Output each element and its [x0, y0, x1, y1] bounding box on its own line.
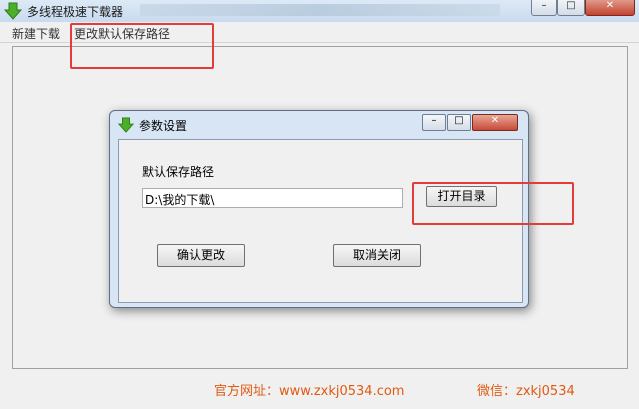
confirm-change-button[interactable]: 确认更改	[157, 244, 245, 267]
cancel-close-button[interactable]: 取消关闭	[333, 244, 421, 267]
dialog-maximize-button[interactable]: □	[447, 114, 471, 131]
dialog-minimize-button[interactable]: –	[422, 114, 446, 131]
maximize-icon: □	[454, 115, 464, 126]
main-titlebar[interactable]: 多线程极速下载器 – □ ✕	[0, 0, 639, 22]
maximize-icon: □	[566, 0, 576, 11]
footer-wechat: 微信：zxkj0534	[477, 384, 575, 399]
maximize-button[interactable]: □	[557, 0, 585, 16]
save-path-label: 默认保存路径	[142, 165, 215, 179]
highlight-box-open-directory	[412, 182, 574, 225]
green-down-arrow-icon	[118, 117, 134, 133]
highlight-box-menu	[70, 23, 214, 69]
dialog-title: 参数设置	[139, 119, 188, 133]
minimize-icon: –	[431, 115, 437, 126]
menu-new-download[interactable]: 新建下载	[12, 25, 60, 42]
green-down-arrow-icon	[4, 2, 22, 20]
close-icon: ✕	[605, 0, 615, 11]
save-path-input[interactable]: D:\我的下载\	[142, 188, 403, 208]
dialog-close-button[interactable]: ✕	[472, 114, 518, 131]
close-icon: ✕	[490, 115, 500, 126]
minimize-icon: –	[541, 0, 547, 11]
footer-website: 官方网址：www.zxkj0534.com	[214, 384, 405, 399]
window-title: 多线程极速下载器	[27, 5, 124, 19]
close-button[interactable]: ✕	[585, 0, 635, 16]
blurred-title-text	[140, 4, 500, 16]
minimize-button[interactable]: –	[531, 0, 557, 16]
